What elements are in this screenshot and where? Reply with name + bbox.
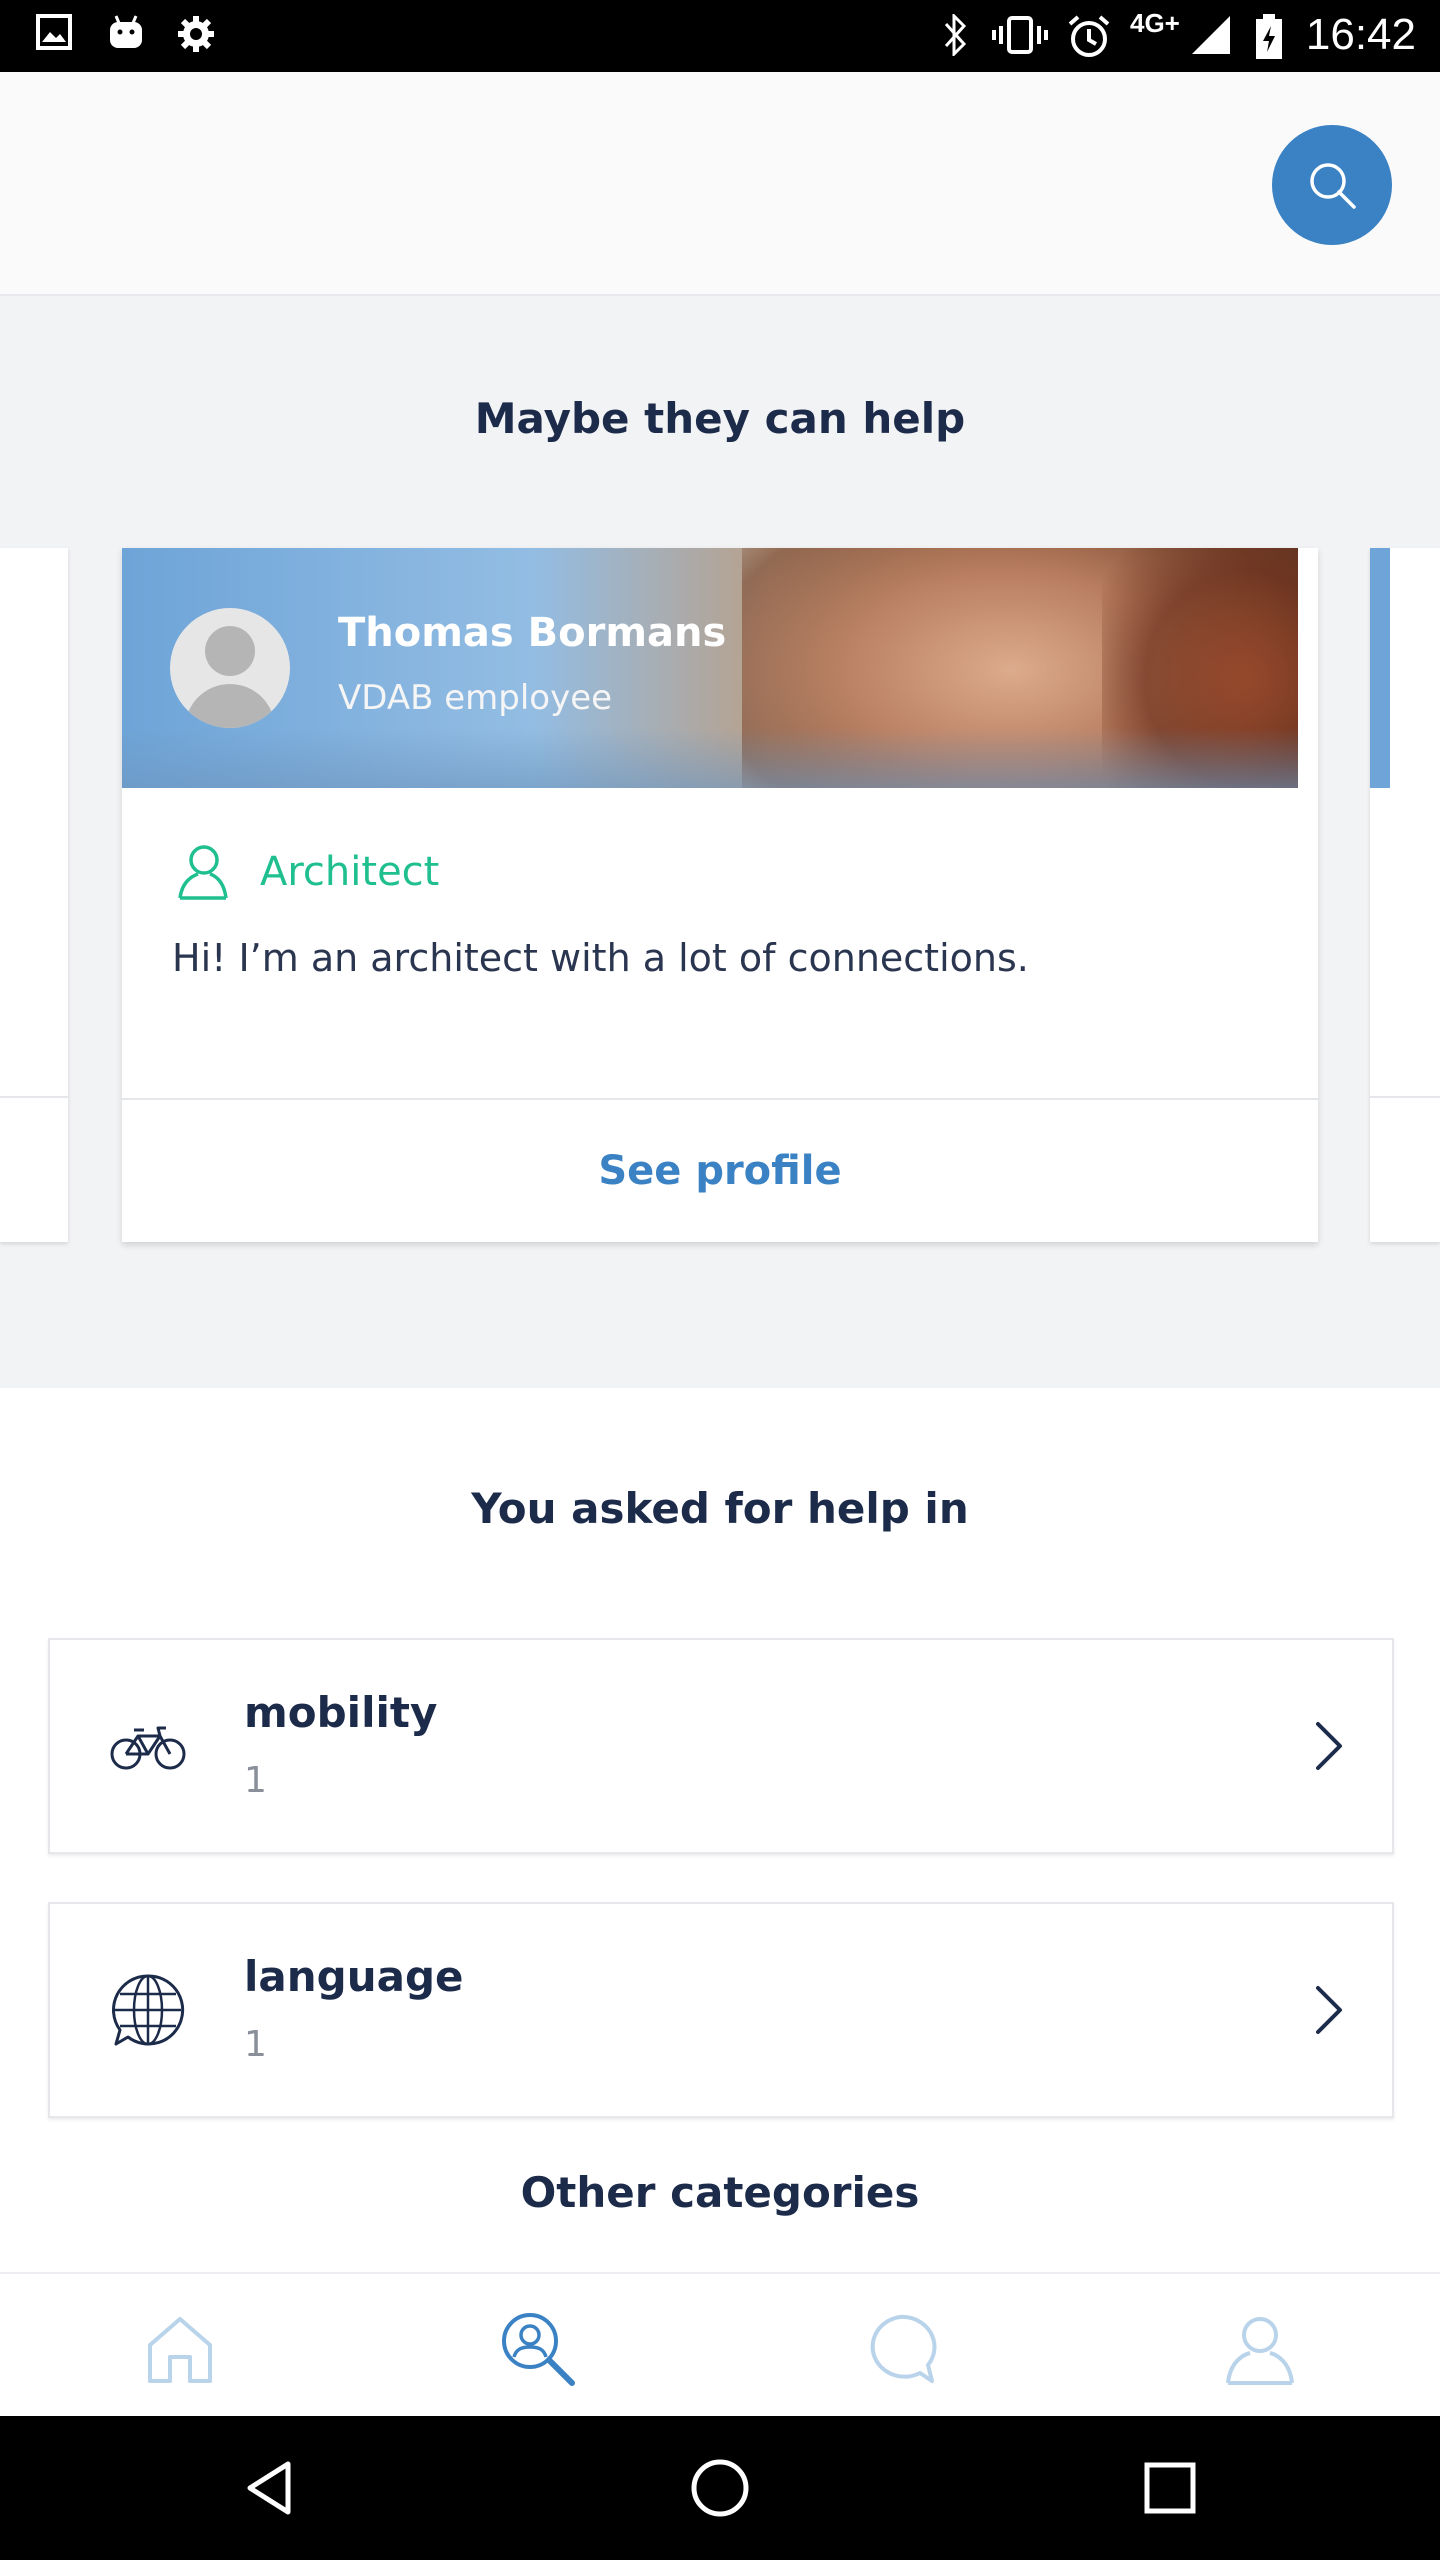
home-circle-icon (691, 2459, 749, 2517)
nav-search-people[interactable] (493, 2304, 583, 2394)
system-navigation-bar (0, 2416, 1440, 2560)
category-count: 1 (244, 2024, 267, 2065)
chevron-right-icon (1316, 1722, 1342, 1770)
status-bar: 4G+ 16:42 (0, 0, 1440, 72)
helper-role: VDAB employee (338, 678, 613, 718)
profile-cover-image (122, 548, 1298, 788)
category-item-language[interactable]: language 1 (48, 1902, 1394, 2118)
signal-icon (1192, 16, 1230, 54)
nav-chat[interactable] (855, 2304, 945, 2394)
asked-help-section: You asked for help in mobility 1 languag… (0, 1388, 1440, 2272)
bluetooth-icon (944, 14, 967, 56)
helper-name: Thomas Bormans (338, 610, 727, 656)
chevron-right-icon (1316, 1986, 1342, 2034)
home-icon (148, 2317, 212, 2383)
system-back-button[interactable] (234, 2452, 306, 2524)
nav-home[interactable] (135, 2304, 225, 2394)
previous-card[interactable] (0, 548, 68, 1242)
search-button[interactable] (1272, 125, 1392, 245)
next-card[interactable] (1370, 548, 1440, 1242)
category-name: language (244, 1952, 464, 2001)
profile-icon (1226, 2317, 1294, 2385)
network-type: 4G+ (1130, 8, 1180, 38)
android-icon (110, 15, 142, 48)
see-profile-button[interactable]: See profile (122, 1100, 1318, 1242)
search-icon (1310, 163, 1356, 209)
bicycle-icon (110, 1726, 186, 1770)
person-outline-icon (178, 845, 228, 900)
system-home-button[interactable] (684, 2452, 756, 2524)
recents-icon (1144, 2462, 1196, 2514)
avatar (170, 608, 290, 728)
category-item-mobility[interactable]: mobility 1 (48, 1638, 1394, 1854)
back-icon (247, 2461, 291, 2515)
section-title-other-categories: Other categories (520, 2168, 920, 2217)
vibrate-icon (992, 16, 1048, 54)
category-count: 1 (244, 1760, 267, 1801)
helper-bio: Hi! I’m an architect with a lot of conne… (172, 936, 1029, 980)
search-people-icon (502, 2313, 575, 2386)
top-app-bar (0, 72, 1440, 296)
category-name: mobility (244, 1688, 438, 1737)
system-recents-button[interactable] (1134, 2452, 1206, 2524)
chat-icon (870, 2314, 937, 2383)
suggestions-section: Maybe they can help Thomas Bormans VDAB … (0, 296, 1440, 1388)
job-title: Architect (260, 849, 440, 895)
section-title-suggestions: Maybe they can help (474, 394, 966, 443)
section-title-asked: You asked for help in (471, 1484, 969, 1533)
settings-icon (178, 16, 214, 52)
clock: 16:42 (1305, 10, 1416, 59)
job-row: Architect (176, 840, 439, 904)
image-icon (36, 14, 72, 50)
globe-chat-icon (112, 1974, 185, 2046)
bottom-navigation (0, 2272, 1440, 2418)
alarm-icon (1068, 15, 1110, 57)
nav-profile[interactable] (1215, 2304, 1305, 2394)
battery-icon (1256, 14, 1282, 59)
helper-card[interactable]: Thomas Bormans VDAB employee Architect H… (122, 548, 1318, 1242)
